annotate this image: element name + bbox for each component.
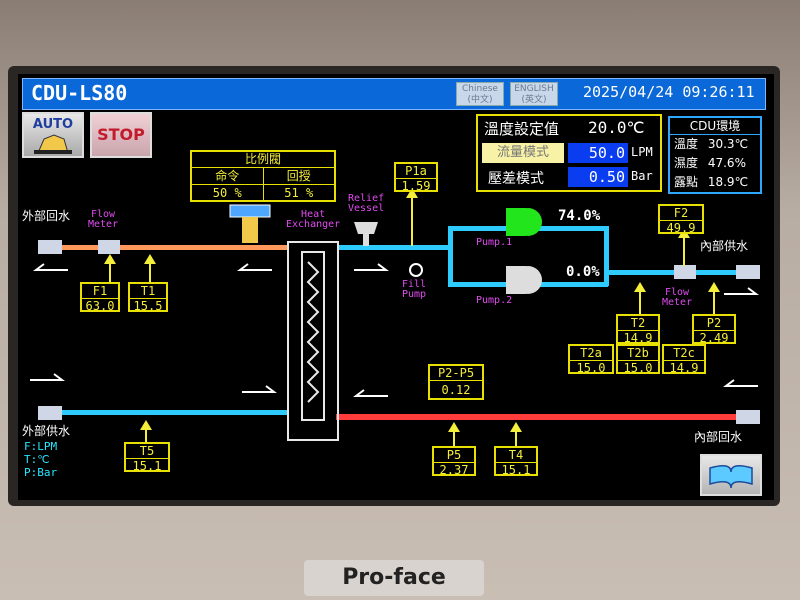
flow-meter-label-right: Flow Meter bbox=[662, 288, 692, 308]
sensor-t1-name: T1 bbox=[130, 284, 166, 299]
external-supply-pipe bbox=[38, 410, 288, 415]
unit-pressure: P:Bar bbox=[24, 466, 58, 479]
fill-pump-label: Fill Pump bbox=[402, 280, 426, 300]
heat-exchanger-coil bbox=[306, 261, 320, 403]
heat-exchanger bbox=[287, 241, 339, 441]
pump2-motor bbox=[506, 266, 526, 294]
external-return-label: 外部回水 bbox=[22, 209, 71, 223]
unit-flow: F:LPM bbox=[24, 440, 58, 453]
flow-meter-label-left-line2: Meter bbox=[88, 219, 119, 230]
heat-exchanger-label: Heat Exchanger bbox=[286, 210, 340, 230]
relief-vessel-label: Relief Vessel bbox=[348, 194, 384, 214]
sensor-t2c-value: 14.9 bbox=[669, 361, 699, 375]
units-legend: F:LPM T:℃ P:Bar bbox=[24, 440, 57, 479]
sensor-p1a[interactable]: P1a 1.59 bbox=[394, 162, 438, 193]
fill-pump-label-line2: Pump bbox=[402, 289, 427, 300]
sensor-t1-value: 15.5 bbox=[133, 299, 163, 313]
relief-vessel-label-line2: Vessel bbox=[348, 203, 385, 214]
flow-meter-f2-icon bbox=[674, 265, 696, 279]
sensor-p2-value: 2.49 bbox=[699, 331, 729, 345]
sensor-p2-p5[interactable]: P2-P5 0.12 bbox=[428, 364, 484, 400]
valve-body bbox=[242, 217, 258, 243]
relief-vessel-stem bbox=[363, 234, 369, 246]
external-return-pipe bbox=[38, 245, 288, 250]
sensor-t4-value: 15.1 bbox=[501, 463, 531, 477]
sensor-t2b-value: 15.0 bbox=[623, 361, 653, 375]
pump1-speed: 74.0% bbox=[558, 208, 601, 224]
sensor-p2-p5-name: P2-P5 bbox=[430, 366, 482, 381]
flow-meter-f1-icon bbox=[98, 240, 120, 254]
sensor-p1a-value: 1.59 bbox=[401, 179, 431, 193]
sensor-f2-value: 49.9 bbox=[666, 221, 696, 235]
sensor-p5[interactable]: P5 2.37 bbox=[432, 446, 476, 477]
sensor-t2b[interactable]: T2b 15.0 bbox=[616, 344, 660, 375]
sensor-t2a-name: T2a bbox=[570, 346, 612, 361]
internal-supply-label: 內部供水 bbox=[700, 239, 749, 253]
pump2-label: Pump.2 bbox=[476, 295, 513, 306]
sensor-p1a-name: P1a bbox=[396, 164, 436, 179]
sensor-p5-value: 2.37 bbox=[439, 463, 469, 477]
manual-button[interactable] bbox=[700, 454, 762, 496]
relief-vessel-icon bbox=[354, 222, 378, 234]
book-icon bbox=[709, 465, 753, 489]
proportional-valve-icon bbox=[229, 204, 271, 218]
sensor-t2b-name: T2b bbox=[618, 346, 658, 361]
sensor-f2-name: F2 bbox=[660, 206, 702, 221]
internal-return-pipe bbox=[336, 414, 760, 420]
sensor-f1[interactable]: F1 63.0 bbox=[80, 282, 120, 313]
sensor-t4-name: T4 bbox=[496, 448, 536, 463]
brand-logo: Pro-face bbox=[304, 560, 484, 596]
internal-supply-fitting bbox=[736, 265, 760, 279]
flow-meter-label-left: Flow Meter bbox=[88, 210, 118, 230]
sensor-f2[interactable]: F2 49.9 bbox=[658, 204, 704, 235]
sensor-t2c[interactable]: T2c 14.9 bbox=[662, 344, 706, 375]
sensor-f1-name: F1 bbox=[82, 284, 118, 299]
internal-return-label: 內部回水 bbox=[694, 430, 743, 444]
internal-return-fitting bbox=[736, 410, 760, 424]
sensor-t5-value: 15.1 bbox=[132, 459, 162, 473]
sensor-p2-p5-value: 0.12 bbox=[441, 383, 471, 397]
pump2-speed: 0.0% bbox=[566, 264, 600, 280]
sensor-t2-name: T2 bbox=[618, 316, 658, 331]
sensor-t2[interactable]: T2 14.9 bbox=[616, 314, 660, 345]
pump1-label: Pump.1 bbox=[476, 237, 513, 248]
sensor-t2a-value: 15.0 bbox=[576, 361, 606, 375]
sensor-p2-name: P2 bbox=[694, 316, 734, 331]
sensor-t5-name: T5 bbox=[126, 444, 168, 459]
heat-exchanger-label-line2: Exchanger bbox=[286, 219, 341, 230]
sensor-t2-value: 14.9 bbox=[623, 331, 653, 345]
fill-pump-icon bbox=[409, 263, 423, 277]
sensor-t1[interactable]: T1 15.5 bbox=[128, 282, 168, 313]
sensor-f1-value: 63.0 bbox=[85, 299, 115, 313]
external-supply-label: 外部供水 bbox=[22, 424, 71, 438]
external-supply-fitting bbox=[38, 406, 62, 420]
sensor-t5[interactable]: T5 15.1 bbox=[124, 442, 170, 473]
pump-loop-right bbox=[604, 226, 609, 286]
sensor-t2a[interactable]: T2a 15.0 bbox=[568, 344, 614, 375]
flow-meter-label-right-line2: Meter bbox=[662, 297, 693, 308]
pump1-motor bbox=[506, 208, 526, 236]
sensor-t2c-name: T2c bbox=[664, 346, 704, 361]
unit-temp: T:℃ bbox=[24, 453, 50, 466]
external-return-fitting bbox=[38, 240, 62, 254]
hmi-screen: CDU-LS80 Chinese (中文) ENGLISH (英文) 2025/… bbox=[18, 74, 774, 500]
sensor-p2[interactable]: P2 2.49 bbox=[692, 314, 736, 345]
internal-supply-pipe-left bbox=[338, 245, 450, 250]
pump-loop-left bbox=[448, 226, 453, 286]
sensor-p5-name: P5 bbox=[434, 448, 474, 463]
sensor-t4[interactable]: T4 15.1 bbox=[494, 446, 538, 477]
